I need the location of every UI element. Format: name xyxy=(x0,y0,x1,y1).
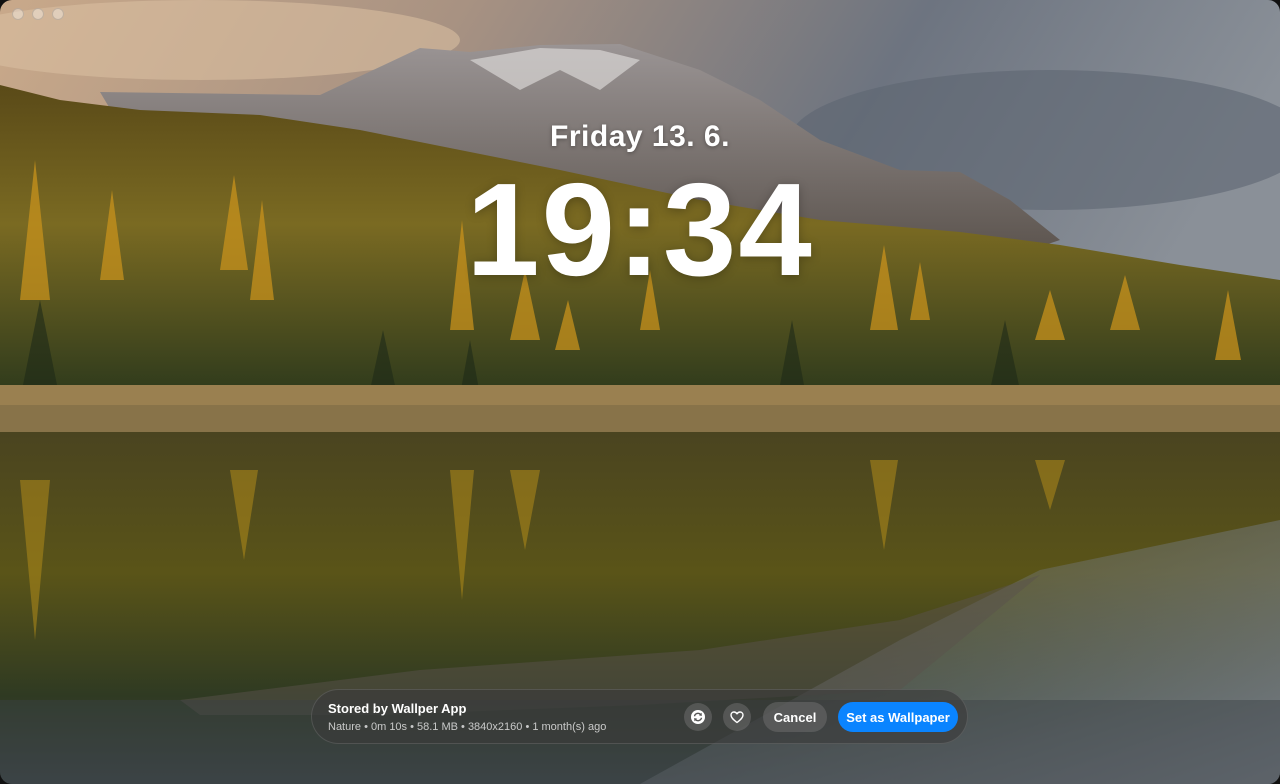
wallpaper-image xyxy=(0,0,1280,784)
cancel-button[interactable]: Cancel xyxy=(763,702,827,732)
refresh-button[interactable] xyxy=(684,703,712,731)
wallpaper-info: Stored by Wallper App Nature • 0m 10s • … xyxy=(328,701,606,733)
lockscreen-clock: 19:34 xyxy=(466,156,814,303)
heart-icon xyxy=(730,711,744,724)
minimize-window-button[interactable] xyxy=(32,8,44,20)
zoom-window-button[interactable] xyxy=(52,8,64,20)
refresh-icon xyxy=(691,710,705,724)
close-window-button[interactable] xyxy=(12,8,24,20)
wallpaper-action-bar: Stored by Wallper App Nature • 0m 10s • … xyxy=(311,689,968,744)
wallpaper-source-title: Stored by Wallper App xyxy=(328,701,467,716)
favorite-button[interactable] xyxy=(723,703,751,731)
wallpaper-meta: Nature • 0m 10s • 58.1 MB • 3840x2160 • … xyxy=(328,721,607,733)
wallpaper-preview-window: Friday 13. 6. 19:34 Stored by Wallper Ap… xyxy=(0,0,1280,784)
set-as-wallpaper-button[interactable]: Set as Wallpaper xyxy=(838,702,958,732)
window-controls xyxy=(12,8,64,20)
lockscreen-date: Friday 13. 6. xyxy=(550,120,730,153)
